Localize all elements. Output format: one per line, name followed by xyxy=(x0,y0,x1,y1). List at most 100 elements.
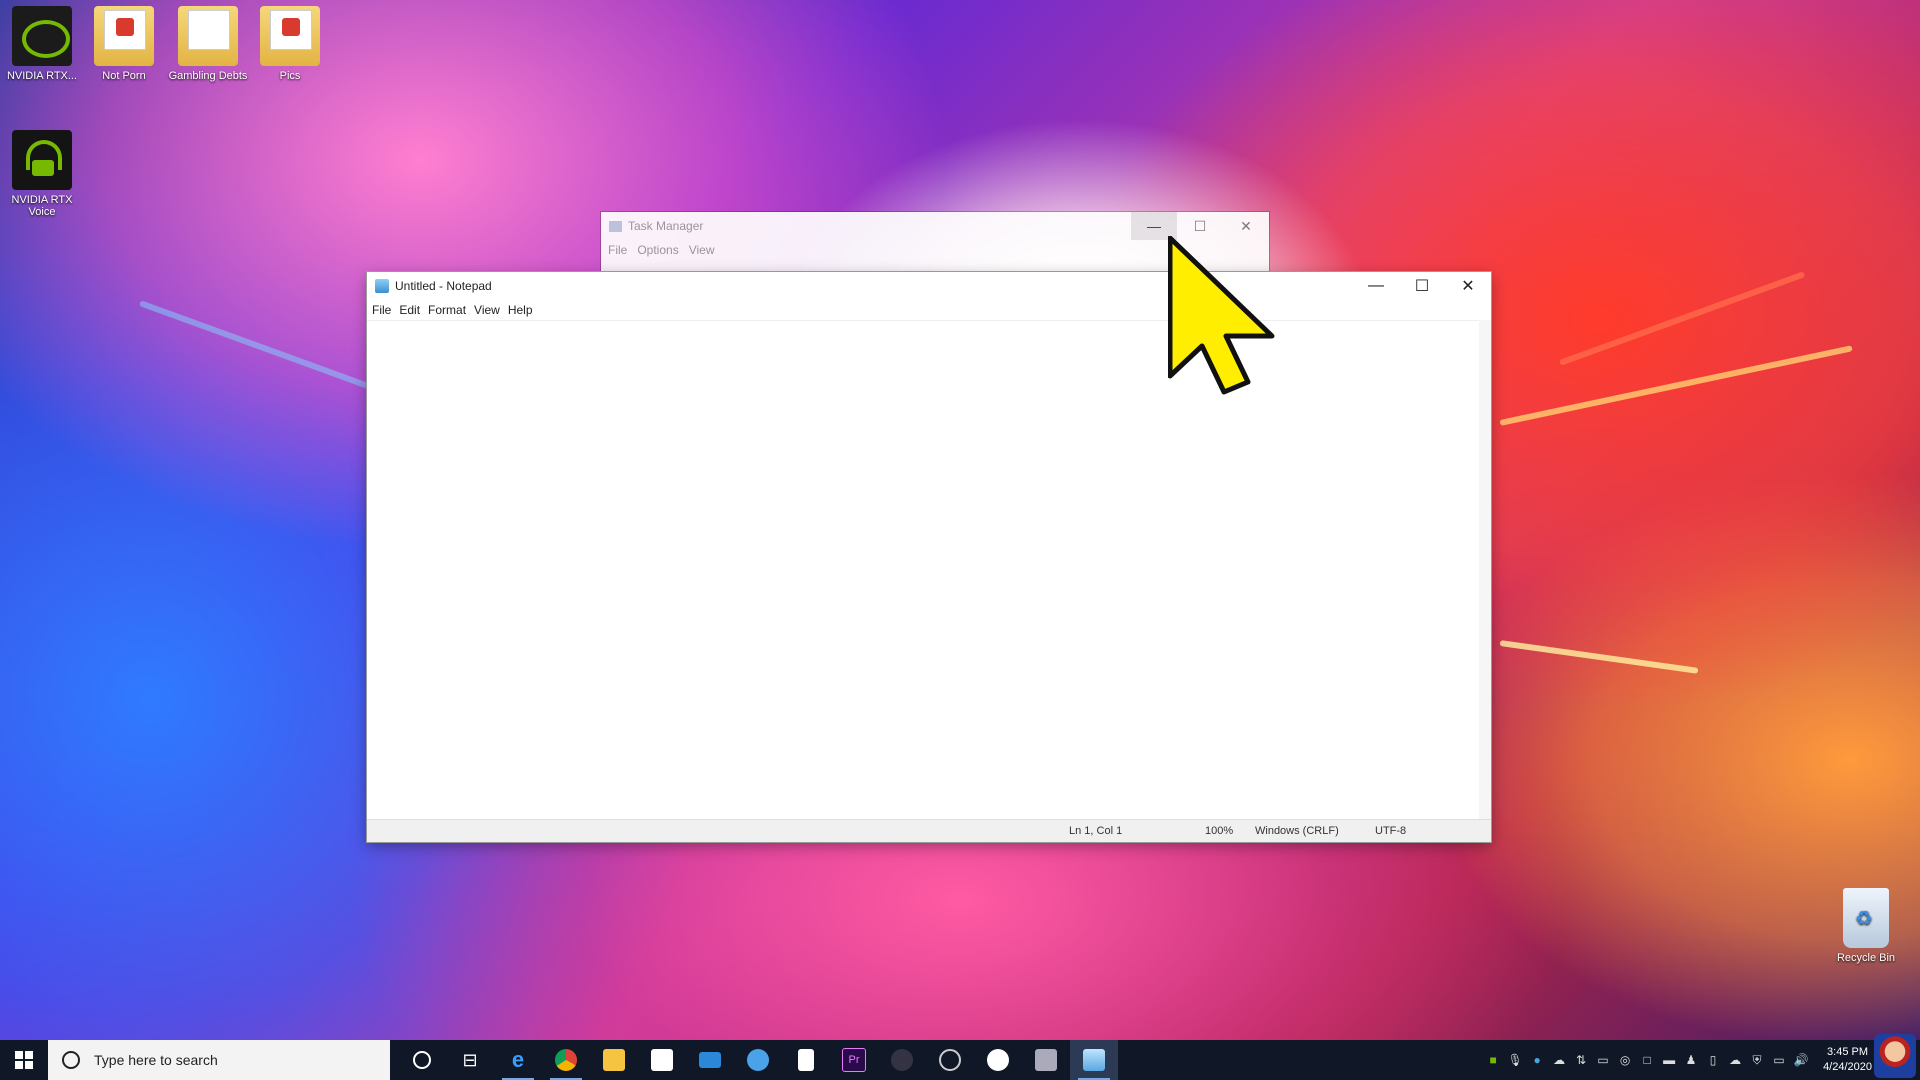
taskbar-app-chrome[interactable] xyxy=(542,1040,590,1080)
streamer-avatar xyxy=(1874,1034,1916,1078)
window-icon xyxy=(1035,1049,1057,1071)
menu-file[interactable]: File xyxy=(608,243,627,257)
taskbar: Type here to search ⊟ e Pr ■ 🎙 ● ☁ ⇅ ▭ ◎… xyxy=(0,1034,1920,1080)
onedrive-icon[interactable]: ☁ xyxy=(1727,1052,1743,1068)
taskbar-app-notepad[interactable] xyxy=(1070,1040,1118,1080)
status-bar: Ln 1, Col 1 100% Windows (CRLF) UTF-8 xyxy=(367,819,1491,842)
taskbar-clock[interactable]: 3:45 PM 4/24/2020 xyxy=(1823,1045,1872,1075)
clock-date: 4/24/2020 xyxy=(1823,1061,1872,1073)
mouse-cursor-icon xyxy=(1168,236,1275,395)
window-title: Untitled - Notepad xyxy=(395,279,492,293)
desktop-icon-label: Recycle Bin xyxy=(1836,952,1896,964)
window-title: Task Manager xyxy=(628,219,704,233)
folder-shortcut-icon xyxy=(260,6,320,66)
notepad-menubar: File Edit Format View Help xyxy=(367,300,1491,320)
folder-icon xyxy=(94,6,154,66)
nvidia-icon xyxy=(12,6,72,66)
davinci-icon xyxy=(939,1049,961,1071)
mail-icon xyxy=(699,1052,721,1068)
menu-view[interactable]: View xyxy=(474,303,500,317)
network-share-icon[interactable]: ⇅ xyxy=(1573,1052,1589,1068)
recycle-bin-icon xyxy=(1843,888,1889,948)
menu-edit[interactable]: Edit xyxy=(399,303,420,317)
headset-icon xyxy=(12,130,72,190)
taskbar-app-document[interactable] xyxy=(782,1040,830,1080)
microphone-icon[interactable]: 🎙 xyxy=(1507,1052,1523,1068)
cortana-icon xyxy=(413,1051,431,1069)
obs-icon xyxy=(891,1049,913,1071)
menu-view[interactable]: View xyxy=(689,243,715,257)
minimize-button[interactable]: — xyxy=(1353,272,1399,300)
window-tray-icon[interactable]: □ xyxy=(1639,1052,1655,1068)
desktop-icon-gambling-debts[interactable]: Gambling Debts xyxy=(166,6,250,82)
encoding: UTF-8 xyxy=(1375,825,1407,837)
edge-icon: e xyxy=(511,1047,525,1072)
desktop-icon-nvidia-rtx-voice[interactable]: NVIDIA RTX Voice xyxy=(0,130,84,218)
windows-logo-icon xyxy=(15,1051,33,1069)
folder-icon xyxy=(178,6,238,66)
desktop-icon-not-porn[interactable]: Not Porn xyxy=(82,6,166,82)
document-icon xyxy=(798,1049,814,1071)
taskbar-app-file-explorer[interactable] xyxy=(590,1040,638,1080)
menu-options[interactable]: Options xyxy=(637,243,678,257)
desktop-icon-pics[interactable]: Pics xyxy=(248,6,332,82)
line-ending: Windows (CRLF) xyxy=(1255,825,1339,837)
clock-time: 3:45 PM xyxy=(1827,1046,1869,1058)
chat-icon[interactable]: ▭ xyxy=(1595,1052,1611,1068)
folder-icon xyxy=(603,1049,625,1071)
task-view-icon: ⊟ xyxy=(462,1049,478,1070)
cortana-button[interactable] xyxy=(398,1040,446,1080)
steam-icon xyxy=(747,1049,769,1071)
taskbar-app-edge[interactable]: e xyxy=(494,1040,542,1080)
app-tray-icon[interactable]: ◎ xyxy=(1617,1052,1633,1068)
notepad-titlebar[interactable]: Untitled - Notepad xyxy=(367,272,1491,300)
taskbar-app-obs[interactable] xyxy=(878,1040,926,1080)
desktop-icon-label: NVIDIA RTX Voice xyxy=(11,194,73,218)
task-view-button[interactable]: ⊟ xyxy=(446,1040,494,1080)
notepad-icon xyxy=(1083,1049,1105,1071)
menu-help[interactable]: Help xyxy=(508,303,533,317)
taskbar-search-box[interactable]: Type here to search xyxy=(48,1040,390,1080)
nvidia-tray-icon[interactable]: ■ xyxy=(1485,1052,1501,1068)
people-icon[interactable]: ♟ xyxy=(1683,1052,1699,1068)
start-button[interactable] xyxy=(0,1040,48,1080)
system-tray: ■ 🎙 ● ☁ ⇅ ▭ ◎ □ ▬ ♟ ▯ ☁ ⛨ ▭ 🔊 3:45 PM 4/… xyxy=(1485,1040,1872,1080)
store-icon xyxy=(651,1049,673,1071)
cloud-icon[interactable]: ☁ xyxy=(1551,1052,1567,1068)
vertical-scrollbar[interactable] xyxy=(1479,320,1491,820)
desktop-icon-nvidia-rtx[interactable]: NVIDIA RTX... xyxy=(0,6,84,82)
taskbar-app-steam[interactable] xyxy=(734,1040,782,1080)
notepad-window[interactable]: Untitled - Notepad — ☐ ✕ File Edit Forma… xyxy=(367,272,1491,842)
task-manager-icon xyxy=(609,220,622,232)
usb-icon[interactable]: ▯ xyxy=(1705,1052,1721,1068)
steam-tray-icon[interactable]: ● xyxy=(1529,1052,1545,1068)
taskbar-app-explorer-window[interactable] xyxy=(1022,1040,1070,1080)
desktop-icon-label: Gambling Debts xyxy=(168,70,248,82)
taskbar-app-mail[interactable] xyxy=(686,1040,734,1080)
menu-file[interactable]: File xyxy=(372,303,391,317)
taskbar-app-premiere[interactable]: Pr xyxy=(830,1040,878,1080)
menu-format[interactable]: Format xyxy=(428,303,466,317)
search-icon xyxy=(62,1051,80,1069)
shield-icon[interactable]: ⛨ xyxy=(1749,1052,1765,1068)
premiere-pro-icon: Pr xyxy=(842,1048,866,1072)
text-editor-area[interactable] xyxy=(367,320,1479,820)
desktop-icon-label: Pics xyxy=(279,70,301,82)
chrome-icon xyxy=(555,1049,577,1071)
notepad-icon xyxy=(375,279,389,293)
taskbar-app-origin[interactable] xyxy=(974,1040,1022,1080)
origin-icon xyxy=(987,1049,1009,1071)
desktop-icon-label: Not Porn xyxy=(102,70,146,82)
taskbar-app-store[interactable] xyxy=(638,1040,686,1080)
keyboard-icon[interactable]: ▬ xyxy=(1661,1052,1677,1068)
volume-icon[interactable]: 🔊 xyxy=(1793,1052,1809,1068)
zoom-level: 100% xyxy=(1205,825,1234,837)
network-icon[interactable]: ▭ xyxy=(1771,1052,1787,1068)
search-placeholder: Type here to search xyxy=(94,1052,218,1068)
desktop-icon-label: NVIDIA RTX... xyxy=(6,70,78,82)
cursor-position: Ln 1, Col 1 xyxy=(1069,825,1123,837)
close-button[interactable]: ✕ xyxy=(1445,272,1491,300)
desktop-icon-recycle-bin[interactable]: Recycle Bin xyxy=(1826,888,1906,964)
maximize-button[interactable]: ☐ xyxy=(1399,272,1445,300)
taskbar-app-davinci[interactable] xyxy=(926,1040,974,1080)
